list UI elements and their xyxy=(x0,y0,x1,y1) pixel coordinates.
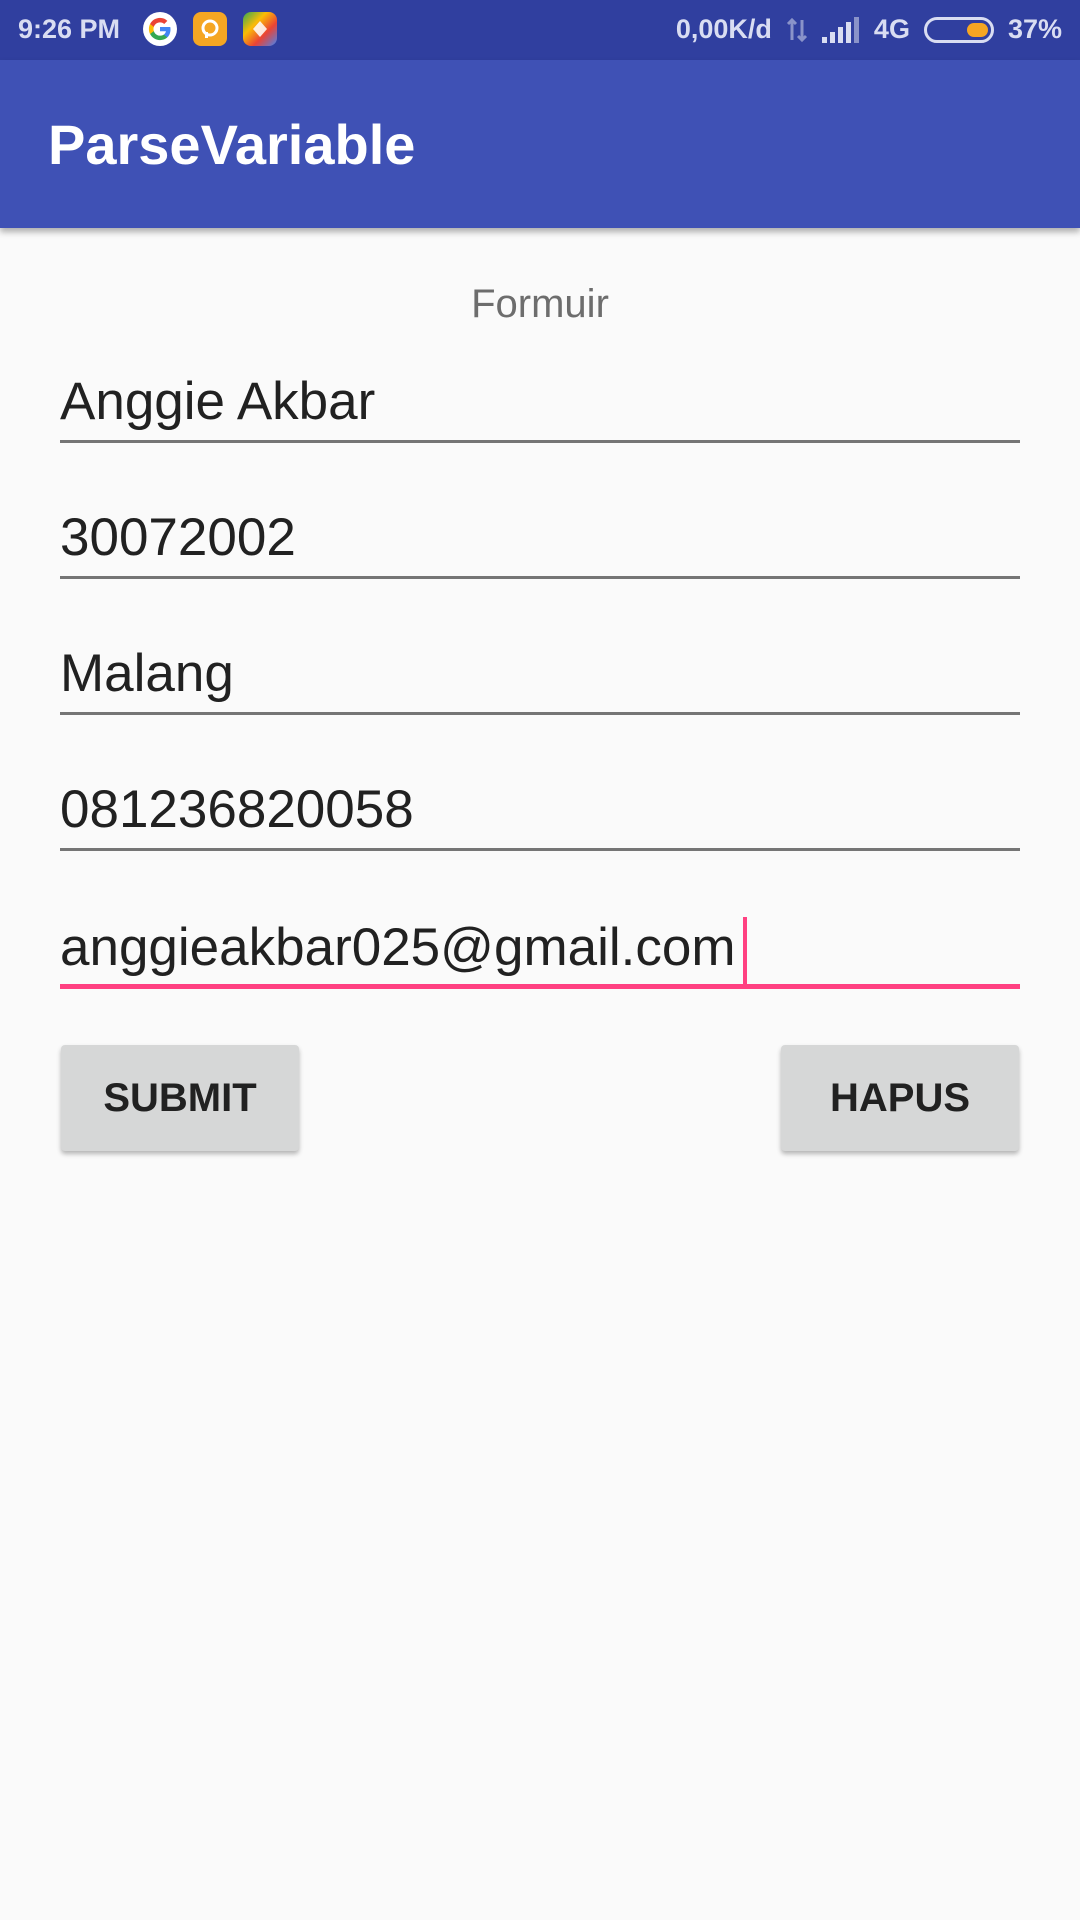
network-speed: 0,00K/d xyxy=(675,14,772,44)
phone-input[interactable] xyxy=(60,771,1020,847)
name-input[interactable] xyxy=(60,363,1020,439)
battery-fill xyxy=(966,22,988,37)
email-field[interactable] xyxy=(60,909,1020,989)
app-bar: ParseVariable xyxy=(0,60,1080,228)
signal-icon xyxy=(821,16,860,43)
app-title: ParseVariable xyxy=(48,113,416,176)
maps-icon xyxy=(243,12,277,46)
status-time: 9:26 PM xyxy=(18,14,121,44)
status-right-group: 0,00K/d 4G 37% xyxy=(676,14,1062,45)
notification-icons xyxy=(143,12,277,46)
name-field[interactable] xyxy=(60,363,1020,443)
date-input[interactable] xyxy=(60,499,1020,575)
email-input[interactable] xyxy=(60,909,1020,985)
date-field[interactable] xyxy=(60,499,1020,579)
google-icon xyxy=(143,12,177,46)
battery-icon xyxy=(923,16,994,43)
network-type: 4G xyxy=(873,14,910,44)
form-heading: Formuir xyxy=(471,282,609,326)
city-field[interactable] xyxy=(60,635,1020,715)
submit-button[interactable]: SUBMIT xyxy=(61,1045,299,1151)
phone-field[interactable] xyxy=(60,771,1020,851)
data-transfer-icon xyxy=(786,16,808,44)
status-bar: 9:26 PM 0,00K/d 4G 37% xyxy=(0,0,1080,60)
battery-percent: 37% xyxy=(1007,14,1062,44)
hapus-button[interactable]: HAPUS xyxy=(781,1045,1019,1151)
text-caret xyxy=(743,917,747,989)
city-input[interactable] xyxy=(60,635,1020,711)
orange-app-icon xyxy=(193,12,227,46)
